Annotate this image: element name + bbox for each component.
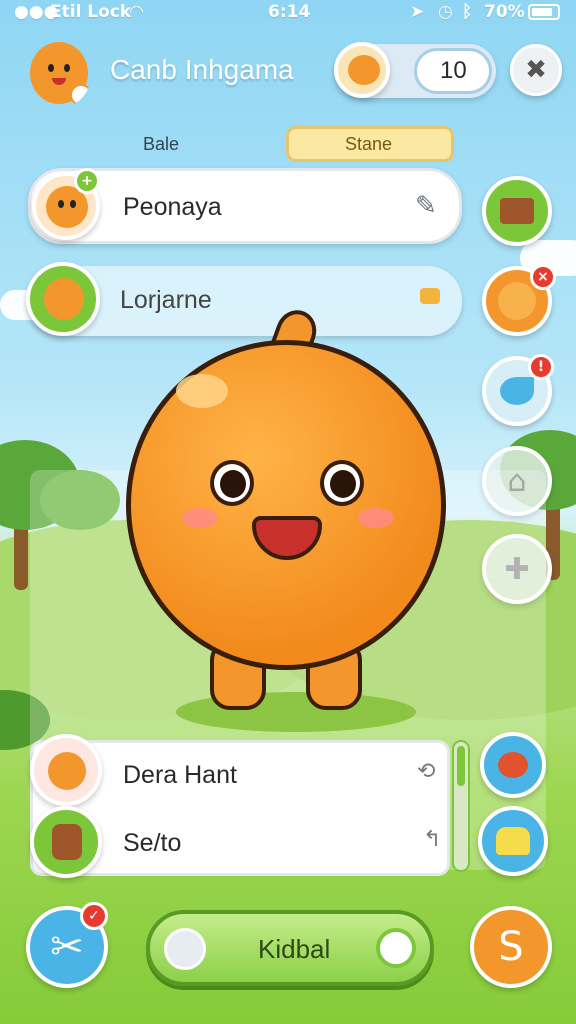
magnet-icon: S: [498, 924, 524, 970]
inventory-button[interactable]: [482, 176, 552, 246]
counter-pill[interactable]: 10: [334, 42, 496, 98]
dera-hant-avatar: [30, 734, 102, 806]
cake-icon: [496, 827, 530, 855]
alarm-icon: ◷: [438, 2, 453, 22]
leaf-icon: [500, 377, 534, 405]
se-to-avatar: [30, 806, 102, 878]
plus-badge-icon: +: [74, 168, 100, 194]
food-button[interactable]: [478, 806, 548, 876]
close-button[interactable]: ✖: [510, 44, 562, 96]
counter-value: 10: [440, 57, 467, 84]
list-item-dera-hant[interactable]: Dera Hant: [123, 761, 237, 790]
character-icon: [498, 282, 536, 320]
status-bar: ●●● Etil Lock ◠ 6:14 ➤ ◷ ᛒ 70%: [0, 0, 576, 26]
lorjarne-avatar: [26, 262, 100, 336]
fruit-button[interactable]: [480, 732, 546, 798]
player-avatar[interactable]: [26, 36, 92, 108]
pencil-icon[interactable]: ✎: [415, 191, 437, 221]
notification-badge-friends: ×: [530, 264, 556, 290]
settings-icon[interactable]: [164, 928, 206, 970]
pet-character[interactable]: [126, 304, 446, 732]
apple-icon: [498, 752, 528, 778]
time-label: 6:14: [268, 2, 311, 22]
chat-bubble-icon[interactable]: [376, 928, 416, 968]
magnet-button[interactable]: S: [470, 906, 552, 988]
box-icon: [500, 198, 534, 224]
location-icon: ➤: [410, 2, 425, 22]
counter-avatar-icon: [334, 42, 390, 98]
main-action-label: Kidbal: [258, 934, 331, 964]
carrier-label: Etil Lock: [50, 2, 132, 22]
list-item-se-to[interactable]: Se/to: [123, 829, 181, 858]
wifi-icon: ◠: [130, 2, 144, 22]
close-icon: ✖: [525, 55, 547, 85]
share-icon[interactable]: ↰: [423, 827, 441, 852]
tab-bale[interactable]: Bale: [143, 134, 179, 155]
folder-icon[interactable]: [420, 288, 440, 304]
scissors-icon: ✂: [50, 924, 84, 970]
tab-stane[interactable]: Stane: [286, 126, 454, 162]
notification-badge-chat: !: [528, 354, 554, 380]
battery-label: 70%: [484, 2, 525, 22]
battery-icon: [528, 4, 560, 20]
bluetooth-icon: ᛒ: [462, 2, 473, 22]
refresh-icon[interactable]: ⟲: [417, 759, 435, 784]
list-scrollbar[interactable]: [452, 740, 470, 872]
main-action-bar[interactable]: Kidbal: [146, 910, 434, 986]
game-title: Canb Inhgama: [110, 54, 294, 85]
tools-badge-icon: ✓: [80, 902, 108, 930]
